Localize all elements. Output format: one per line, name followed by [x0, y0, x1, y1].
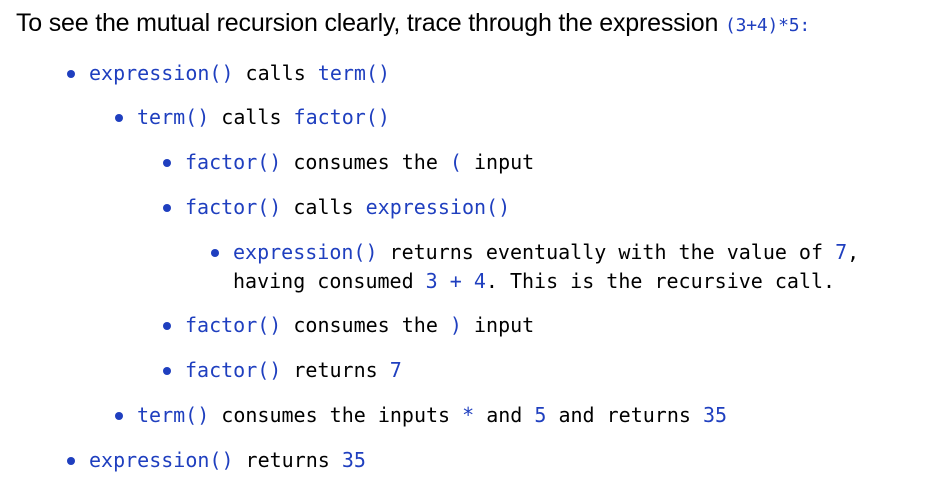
bullet-2: [115, 114, 123, 122]
code-token: factor(): [185, 195, 282, 219]
code-token: term(): [137, 403, 210, 427]
code-token: 35: [702, 403, 728, 427]
bullet-6: [163, 322, 171, 330]
code-token: expression(): [89, 61, 234, 85]
bullet-1: [67, 70, 75, 78]
text-fragment: returns: [281, 358, 390, 382]
text-fragment: calls: [233, 61, 318, 85]
bullet-9: [67, 457, 75, 465]
list-item-3: factor() consumes the ( input: [185, 148, 534, 177]
bullet-5: [211, 249, 219, 257]
text-fragment: returns: [233, 448, 342, 472]
code-token: 5: [534, 403, 547, 427]
list-item-5: expression() returns eventually with the…: [233, 238, 859, 267]
text-fragment: calls: [281, 195, 366, 219]
text-fragment: returns eventually with the value of: [377, 240, 836, 264]
text-fragment: and returns: [546, 403, 703, 427]
intro-text: To see the mutual recursion clearly, tra…: [16, 9, 725, 37]
list-item-8: term() consumes the inputs * and 5 and r…: [137, 401, 727, 430]
code-token: factor(): [185, 313, 282, 337]
list-item-6: factor() consumes the ) input: [185, 311, 534, 340]
code-token: 3 + 4: [425, 269, 486, 293]
intro-code: (3+4)*5:: [724, 15, 811, 36]
list-item-2: term() calls factor(): [137, 103, 390, 132]
code-token: expression(): [233, 240, 378, 264]
bullet-3: [163, 159, 171, 167]
text-fragment: calls: [209, 105, 294, 129]
code-token: 7: [835, 240, 848, 264]
text-fragment: ,: [847, 240, 860, 264]
list-item-7: factor() returns 7: [185, 356, 402, 385]
code-token: factor(): [293, 105, 390, 129]
code-token: *: [462, 403, 475, 427]
code-token: expression(): [89, 448, 234, 472]
list-item-5-continued: having consumed 3 + 4. This is the recur…: [233, 267, 835, 296]
text-fragment: consumes the inputs: [209, 403, 463, 427]
text-fragment: consumes the: [281, 313, 450, 337]
list-item-1: expression() calls term(): [89, 59, 390, 88]
list-item-4: factor() calls expression(): [185, 193, 510, 222]
code-token: expression(): [365, 195, 511, 219]
code-token: ): [449, 313, 462, 337]
text-fragment: and: [474, 403, 535, 427]
intro-paragraph: To see the mutual recursion clearly, tra…: [16, 9, 810, 38]
text-fragment: having consumed: [233, 269, 426, 293]
code-token: factor(): [185, 358, 282, 382]
code-token: term(): [137, 105, 210, 129]
code-token: term(): [317, 61, 391, 85]
bullet-4: [163, 204, 171, 212]
bullet-7: [163, 367, 171, 375]
code-token: 35: [341, 448, 366, 472]
text-fragment: input: [461, 313, 535, 337]
text-fragment: consumes the: [281, 150, 450, 174]
code-token: (: [449, 150, 462, 174]
bullet-8: [115, 412, 123, 420]
list-item-9: expression() returns 35: [89, 446, 366, 475]
text-fragment: . This is the recursive call.: [485, 269, 836, 293]
code-token: factor(): [185, 150, 282, 174]
code-token: 7: [389, 358, 402, 382]
text-fragment: input: [461, 150, 535, 174]
